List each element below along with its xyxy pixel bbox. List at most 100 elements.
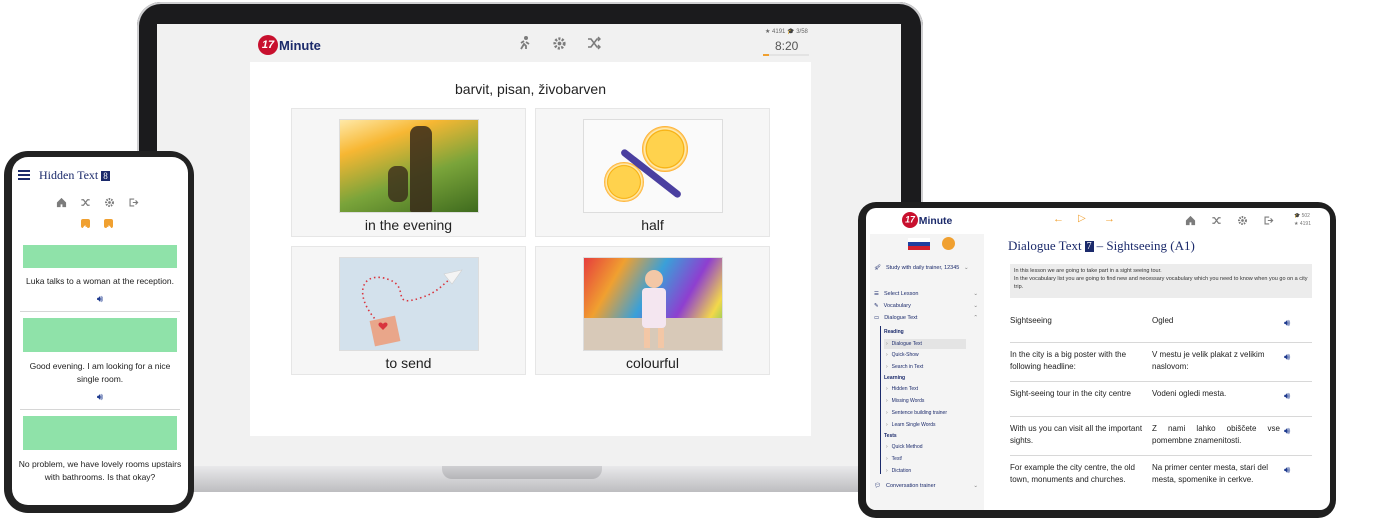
gear-icon[interactable] [1236,214,1248,226]
play-icon[interactable]: ▷ [1078,213,1086,224]
slovenian-cell: Vodeni ogledi mesta. [1152,389,1227,398]
gear-icon[interactable] [550,34,568,52]
gear-icon[interactable] [102,195,116,209]
sidebar-item-label: Vocabulary [883,303,911,309]
english-cell: Sight-seeing tour in the city centre [1010,389,1131,398]
speaker-icon[interactable]: 🔊︎ [12,392,188,403]
speaker-icon[interactable]: 🔊︎ [12,294,188,305]
table-row: Sight-seeing tour in the city centre Vod… [1010,382,1312,416]
slovenian-flag-icon[interactable] [908,238,930,250]
english-cell: Sightseeing [1010,316,1052,325]
submenu-item-sentence-trainer[interactable]: › Sentence building trainer [886,410,947,416]
logout-icon[interactable] [126,195,140,209]
laptop-trackpad-notch [442,466,602,479]
speaker-icon[interactable]: 🔊︎ [1284,391,1290,402]
card-image-colourful [582,257,723,351]
submenu-label: Search in Text [891,364,924,370]
sidebar-item-study[interactable]: 🚀︎ Study with daily trainer, 12345 ⌄ [874,265,978,271]
table-row: In the city is a big poster with the fol… [1010,343,1312,381]
submenu-item-hidden-text[interactable]: › Hidden Text [886,386,918,392]
exercise-title: Hidden Text 8 [39,168,110,183]
phone-screen: Hidden Text 8 Luka talks to a woman at t… [12,157,188,505]
intro-line: In the vocabulary list you are going to … [1014,276,1308,290]
avatar[interactable] [942,237,955,250]
shuffle-icon[interactable] [1210,214,1222,226]
tablet-stats: 🎓 502 ★ 4191 [1294,212,1311,228]
speaker-icon[interactable]: 🔊︎ [1284,352,1290,363]
timer-progress [763,54,809,56]
submenu-item-search[interactable]: › Search in Text [886,364,923,370]
sidebar-item-label: Select Lesson [883,291,919,297]
submenu-item-dialogue-text[interactable]: › Dialogue Text [884,339,966,349]
submenu-item-quick-method[interactable]: › Quick Method [886,444,923,450]
lesson-number-badge: 7 [1084,240,1094,252]
sidebar-item-dialogue-text[interactable]: ▭ Dialogue Text ⌃ [874,315,978,321]
group-heading-learning: Learning [884,375,906,381]
home-icon[interactable] [1184,214,1196,226]
speaker-icon[interactable]: 🔊︎ [1284,426,1290,437]
group-heading-tests: Tests [884,433,897,439]
home-icon[interactable] [54,195,68,209]
logo-badge: 17 [258,35,278,55]
hidden-text-block[interactable] [23,416,177,450]
sidebar-item-label: Dialogue Text [884,315,918,321]
shuffle-icon[interactable] [585,34,603,52]
next-arrow-icon[interactable] [104,219,113,230]
sidebar-item-conversation[interactable]: 💬︎ Conversation trainer ⌄ [874,483,978,489]
logout-icon[interactable] [1262,214,1274,226]
submenu-item-single-words[interactable]: › Learn Single Words [886,422,936,428]
submenu-label: Dialogue Text [891,341,922,347]
hidden-text-block[interactable] [23,318,177,352]
submenu-label: Dictation [891,468,912,474]
sidebar-item-vocabulary[interactable]: ✎ Vocabulary ⌄ [874,303,978,309]
answer-card-4[interactable]: colourful [535,246,770,375]
page-title: Dialogue Text 7 – Sightseeing (A1) [1008,238,1195,254]
quiz-prompt: barvit, pisan, živobarven [455,81,606,97]
sentence-text: Good evening. I am looking for a nice si… [29,361,171,384]
answer-card-3[interactable]: to send [291,246,526,375]
slovenian-cell: V mestu je velik plakat z velikim naslov… [1152,350,1265,371]
previous-arrow-icon[interactable] [81,219,90,230]
app-logo[interactable]: 17 Minute [258,35,321,55]
sidebar-item-label: Study with daily trainer, 12345 [885,265,960,271]
app-logo[interactable]: 17 Minute [902,212,952,228]
dialogue-table: Sightseeing Ogled 🔊︎ In the city is a bi… [1010,312,1312,502]
submenu-item-test[interactable]: › Test! [886,456,902,462]
submenu-label: Missing Words [891,398,925,404]
hidden-text-block[interactable] [23,245,177,268]
hidden-text-list: Luka talks to a woman at the reception. … [12,245,188,484]
countdown-timer: 8:20 [775,39,799,53]
intro-line: In this lesson we are going to take part… [1014,268,1162,274]
table-row: With us you can visit all the important … [1010,417,1312,455]
english-cell: With us you can visit all the important … [1010,424,1143,445]
sidebar-item-select-lesson[interactable]: ☰ Select Lesson ⌄ [874,291,978,297]
answer-card-1[interactable]: in the evening [291,108,526,237]
table-row: For example the city centre, the old tow… [1010,456,1312,502]
speaker-icon[interactable]: 🔊︎ [1284,465,1290,476]
slovenian-cell: Ogled [1152,316,1174,325]
submenu-item-dictation[interactable]: › Dictation [886,468,911,474]
tablet-screen: 17 Minute ← ▷ → 🎓 502 ★ 4191 🚀︎ Study wit… [866,208,1330,510]
submenu-label: Sentence building trainer [891,410,947,416]
submenu-item-missing-words[interactable]: › Missing Words [886,398,924,404]
shuffle-icon[interactable] [78,195,92,209]
submenu-item-quick-show[interactable]: › Quick-Show [886,352,919,358]
english-cell: In the city is a big poster with the fol… [1010,350,1127,371]
speaker-icon[interactable]: 🔊︎ [1284,318,1290,329]
sentence-text: No problem, we have lovely rooms upstair… [18,459,182,482]
card-label: colourful [626,355,679,371]
table-row: Sightseeing Ogled 🔊︎ [1010,312,1312,342]
forward-arrow-icon[interactable]: → [1104,213,1115,225]
answer-card-2[interactable]: half [535,108,770,237]
divider [20,409,180,410]
back-arrow-icon[interactable]: ← [1053,213,1064,225]
slovenian-cell: Na primer center mesta, stari del mesta,… [1152,463,1269,484]
hamburger-menu-icon[interactable] [18,170,30,180]
card-image-orange [582,119,723,213]
card-label: in the evening [364,217,453,233]
logo-word: Minute [279,37,321,53]
group-heading-reading: Reading [884,329,904,335]
exercise-title-text: Hidden Text [39,168,99,182]
exercise-icon[interactable] [516,34,534,52]
stat-points: ★ 4191 [1294,221,1311,227]
